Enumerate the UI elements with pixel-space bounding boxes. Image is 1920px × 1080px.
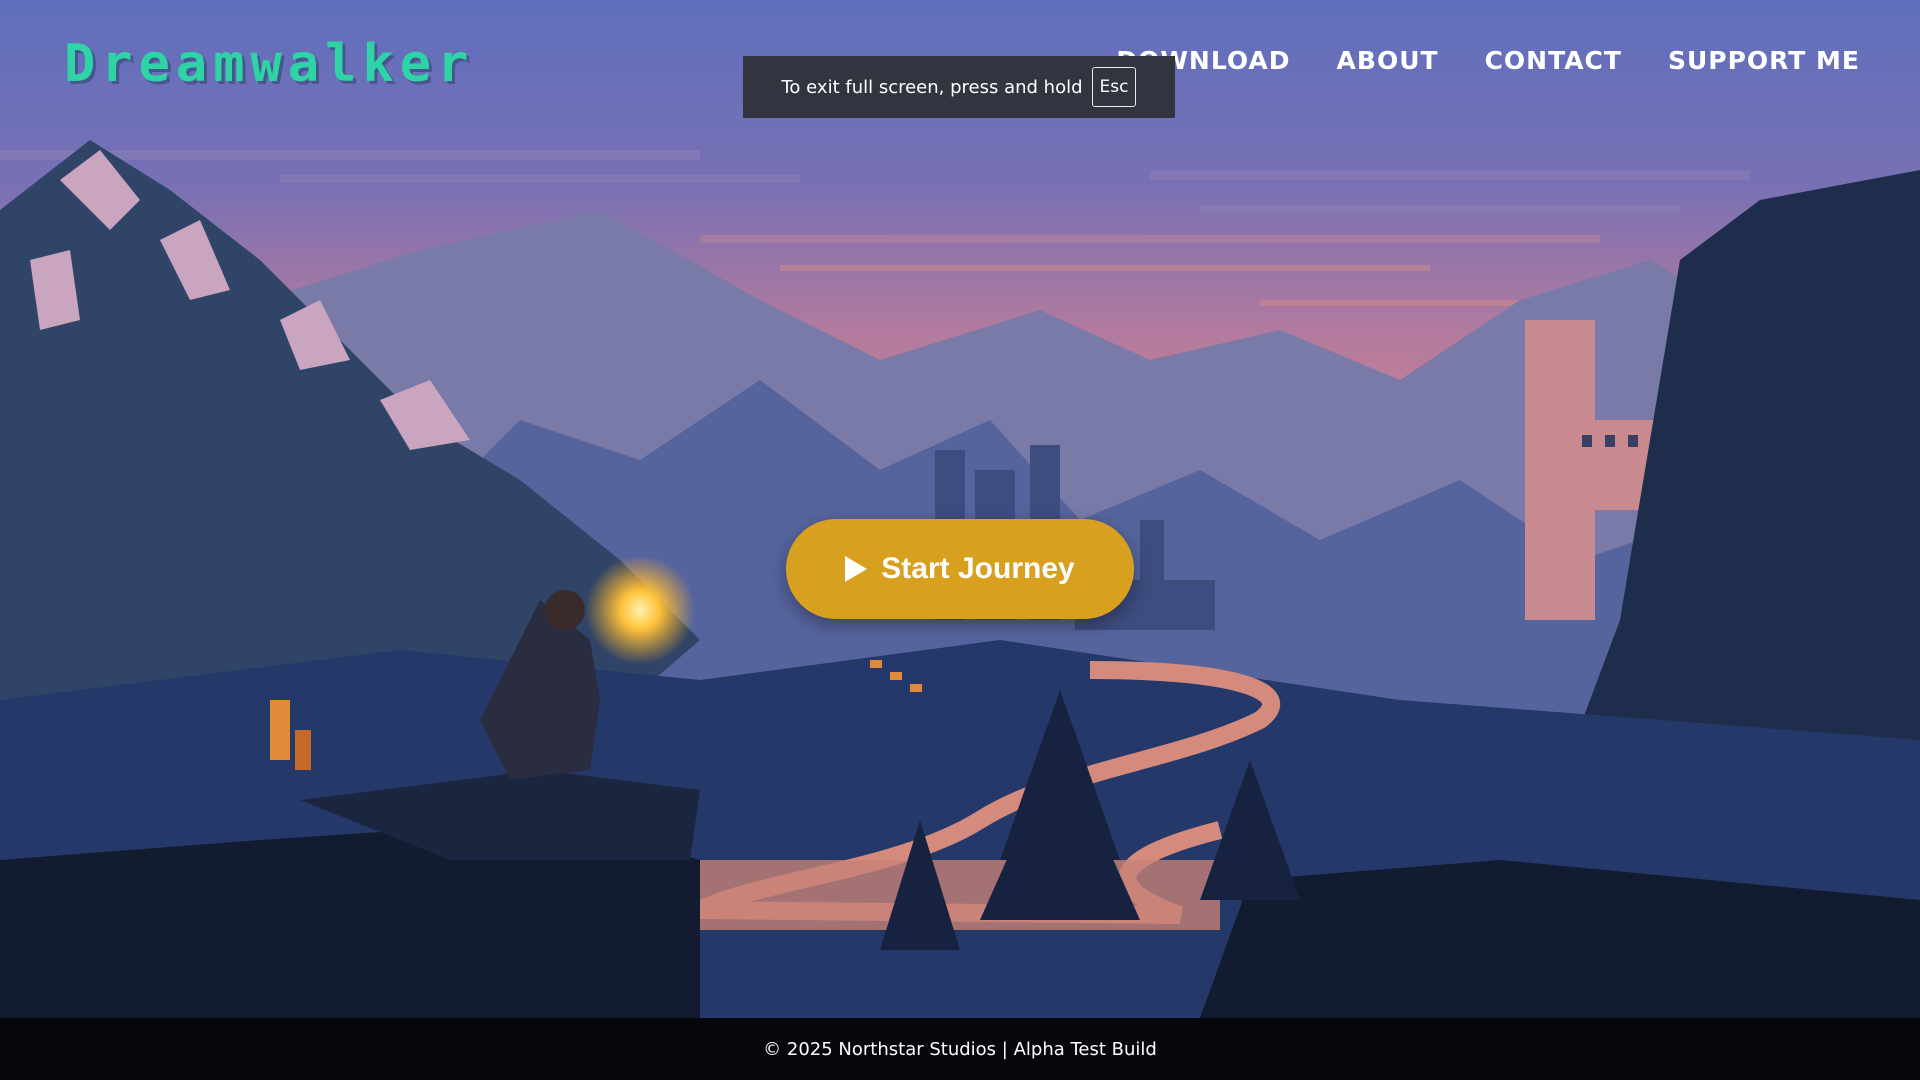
footer: © 2025 Northstar Studios | Alpha Test Bu… <box>0 1018 1920 1080</box>
start-journey-label: Start Journey <box>881 552 1075 585</box>
esc-key-badge: Esc <box>1091 67 1137 107</box>
fullscreen-exit-notice: To exit full screen, press and hold Esc <box>743 56 1175 118</box>
fullscreen-notice-text: To exit full screen, press and hold <box>781 76 1083 98</box>
nav-contact[interactable]: CONTACT <box>1485 46 1622 75</box>
nav-about[interactable]: ABOUT <box>1337 46 1439 75</box>
footer-copyright: © 2025 Northstar Studios | Alpha Test Bu… <box>763 1038 1157 1060</box>
play-icon <box>845 556 868 582</box>
hero-background <box>0 0 1920 1018</box>
brand-logo[interactable]: Dreamwalker <box>64 34 474 94</box>
start-journey-button[interactable]: Start Journey <box>786 519 1134 619</box>
torch-glow <box>585 555 695 665</box>
main-nav: DOWNLOAD ABOUT CONTACT SUPPORT ME <box>1116 46 1860 75</box>
nav-support-me[interactable]: SUPPORT ME <box>1668 46 1860 75</box>
lake <box>700 860 1220 930</box>
pixel-landscape-illustration <box>0 0 1920 1018</box>
